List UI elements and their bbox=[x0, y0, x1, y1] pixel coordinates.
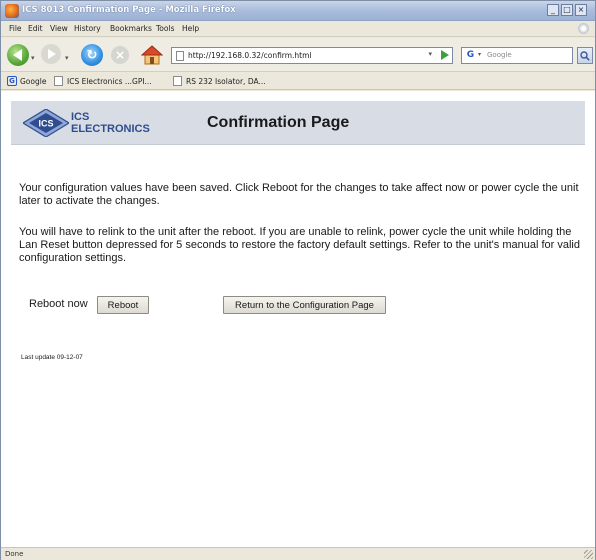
menu-help[interactable]: Help bbox=[182, 24, 199, 33]
url-input[interactable]: http://192.168.0.32/confirm.html bbox=[188, 51, 312, 60]
google-search-engine-icon[interactable]: G bbox=[465, 50, 476, 61]
bookmark-label: RS 232 Isolator, DA... bbox=[186, 76, 266, 86]
address-bar[interactable]: http://192.168.0.32/confirm.html ▾ bbox=[171, 47, 453, 64]
search-button[interactable] bbox=[577, 47, 593, 64]
reboot-button[interactable]: Reboot bbox=[97, 296, 149, 314]
menu-view[interactable]: View bbox=[50, 24, 68, 33]
menu-history[interactable]: History bbox=[74, 24, 101, 33]
home-icon bbox=[141, 45, 163, 65]
url-history-dropdown-icon[interactable]: ▾ bbox=[428, 50, 432, 58]
firefox-icon bbox=[5, 4, 19, 18]
ics-electronics-logo: ICS ICS ELECTRONICS bbox=[19, 109, 159, 139]
forward-history-dropdown-icon[interactable]: ▾ bbox=[65, 54, 69, 62]
bookmark-ics-electronics[interactable]: ICS Electronics ...GPI... bbox=[54, 76, 152, 86]
back-button[interactable] bbox=[7, 44, 29, 66]
bookmarks-toolbar: G Google ICS Electronics ...GPI... RS 23… bbox=[1, 73, 595, 90]
menu-file[interactable]: File bbox=[9, 24, 22, 33]
menu-bar: File Edit View History Bookmarks Tools H… bbox=[1, 21, 595, 37]
relink-instructions: You will have to relink to the unit afte… bbox=[19, 226, 580, 264]
reboot-now-label: Reboot now bbox=[29, 298, 88, 310]
page-icon bbox=[176, 51, 184, 61]
google-icon: G bbox=[7, 76, 17, 86]
search-bar[interactable]: G ▾ Google bbox=[461, 47, 573, 64]
logo-line-electronics: ELECTRONICS bbox=[71, 123, 150, 135]
page-icon bbox=[173, 76, 182, 86]
search-engine-dropdown-icon[interactable]: ▾ bbox=[478, 51, 481, 58]
menu-edit[interactable]: Edit bbox=[28, 24, 43, 33]
browser-window: ICS 8013 Confirmation Page - Mozilla Fir… bbox=[0, 0, 596, 560]
title-bar[interactable]: ICS 8013 Confirmation Page - Mozilla Fir… bbox=[1, 1, 595, 21]
minimize-button[interactable]: _ bbox=[547, 4, 559, 16]
navigation-toolbar: ▾ ▾ http://192.168.0.32/confirm.html ▾ G… bbox=[1, 38, 595, 72]
go-button[interactable] bbox=[441, 50, 449, 60]
page-title: Confirmation Page bbox=[207, 114, 350, 131]
saved-message: Your configuration values have been save… bbox=[19, 182, 579, 207]
logo-badge-text: ICS bbox=[38, 119, 53, 129]
magnifier-icon bbox=[580, 50, 590, 61]
page-content: ICS ICS ELECTRONICS Confirmation Page Yo… bbox=[1, 91, 595, 547]
page-icon bbox=[54, 76, 63, 86]
logo-wordmark: ICS ELECTRONICS bbox=[71, 111, 150, 135]
last-update-text: Last update 09-12-07 bbox=[21, 354, 83, 361]
menu-bookmarks[interactable]: Bookmarks bbox=[110, 24, 152, 33]
bookmark-rs232-isolator[interactable]: RS 232 Isolator, DA... bbox=[173, 76, 266, 86]
resize-grip-icon[interactable] bbox=[584, 550, 593, 559]
window-title: ICS 8013 Confirmation Page - Mozilla Fir… bbox=[22, 5, 236, 15]
reload-button[interactable] bbox=[81, 44, 103, 66]
status-bar: Done bbox=[1, 547, 595, 560]
close-button[interactable]: × bbox=[575, 4, 587, 16]
page-header-banner: ICS ICS ELECTRONICS Confirmation Page bbox=[11, 101, 585, 145]
ics-logo-icon: ICS bbox=[23, 109, 69, 137]
back-history-dropdown-icon[interactable]: ▾ bbox=[31, 54, 35, 62]
maximize-button[interactable]: □ bbox=[561, 4, 573, 16]
throbber-icon bbox=[578, 23, 589, 34]
return-to-configuration-button[interactable]: Return to the Configuration Page bbox=[223, 296, 386, 314]
status-text: Done bbox=[5, 550, 24, 558]
bookmark-label: ICS Electronics ...GPI... bbox=[67, 76, 152, 86]
stop-button[interactable] bbox=[111, 46, 129, 64]
search-input[interactable]: Google bbox=[487, 51, 512, 59]
logo-line-ics: ICS bbox=[71, 111, 90, 123]
bookmark-google[interactable]: G Google bbox=[7, 76, 46, 86]
home-button[interactable] bbox=[141, 44, 163, 66]
bookmark-label: Google bbox=[20, 76, 47, 86]
forward-button[interactable] bbox=[41, 44, 61, 64]
menu-tools[interactable]: Tools bbox=[156, 24, 174, 33]
